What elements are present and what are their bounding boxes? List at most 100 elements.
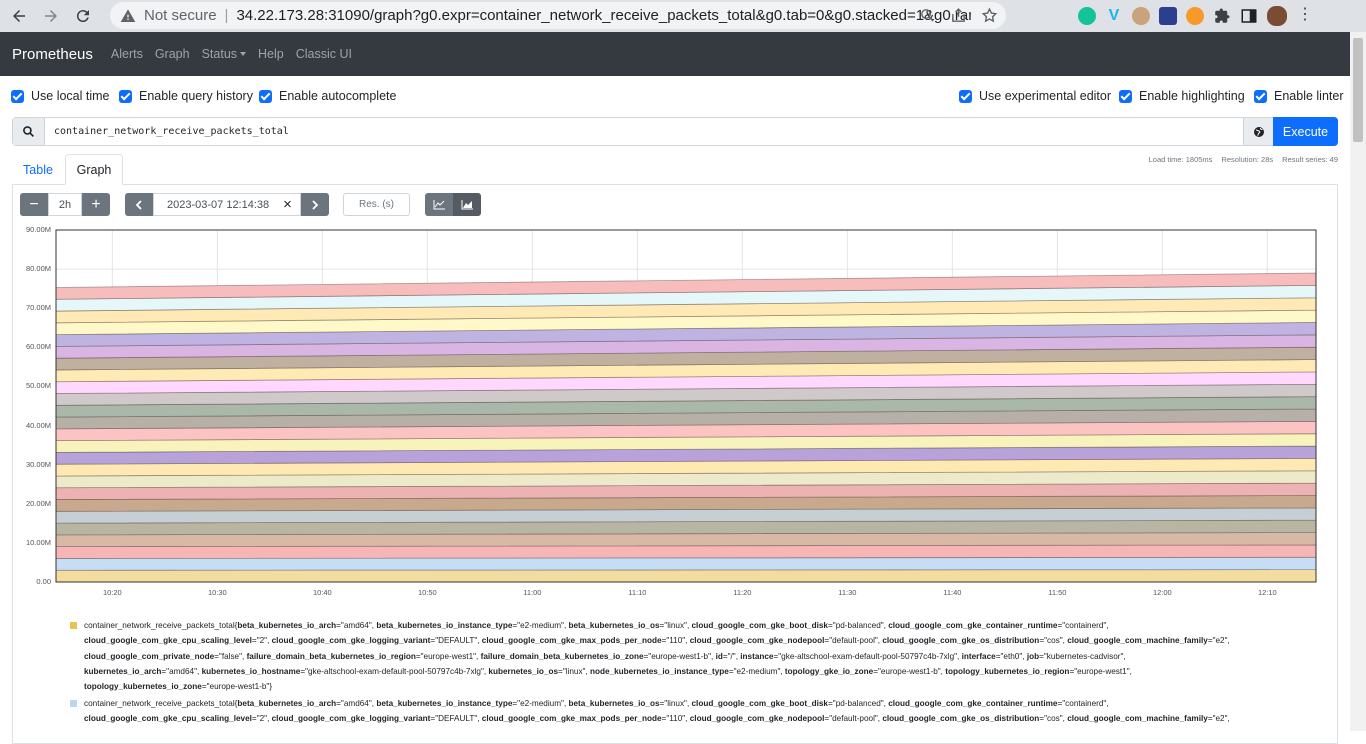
metrics-explorer-globe-icon[interactable] <box>1243 118 1273 145</box>
nav-status[interactable]: Status <box>201 47 247 61</box>
page-scrollbar[interactable] <box>1350 32 1366 731</box>
zoom-icon[interactable] <box>919 7 936 24</box>
resolution-stat: Resolution: 28s <box>1221 155 1274 164</box>
chevron-down-icon <box>240 52 247 56</box>
y-tick-label: 0.00 <box>36 577 51 586</box>
brand-logo[interactable]: Prometheus <box>12 46 93 63</box>
checkbox-checked-icon <box>1254 89 1267 103</box>
option-label: Use experimental editor <box>979 89 1112 103</box>
option-label: Enable query history <box>139 89 253 103</box>
tab-table[interactable]: Table <box>14 154 62 185</box>
y-tick-label: 10.00M <box>25 537 51 547</box>
series-area[interactable] <box>55 569 1317 583</box>
previous-time-button[interactable] <box>125 193 153 216</box>
y-tick-label: 80.00M <box>25 264 51 274</box>
share-icon[interactable] <box>950 7 967 24</box>
range-controls: − 2h + <box>20 193 110 216</box>
legend-swatch <box>70 622 77 629</box>
end-time-input[interactable]: 2023-03-07 12:14:38 <box>153 193 275 216</box>
nav-classic-ui[interactable]: Classic UI <box>296 47 352 61</box>
scrollbar-thumb[interactable] <box>1353 38 1363 142</box>
end-time-controls: 2023-03-07 12:14:38 × <box>125 193 329 216</box>
series-area[interactable] <box>55 556 1317 571</box>
warning-icon <box>120 8 136 22</box>
nav-graph[interactable]: Graph <box>155 47 190 61</box>
increase-range-button[interactable]: + <box>82 193 110 216</box>
vimeo-extension-icon[interactable]: V <box>1105 7 1123 25</box>
x-tick-label: 10:20 <box>102 588 122 597</box>
next-time-button[interactable] <box>301 193 329 216</box>
x-tick-label: 10:30 <box>207 588 227 597</box>
nav-help[interactable]: Help <box>258 47 284 61</box>
option-label: Use local time <box>31 89 110 103</box>
y-tick-label: 70.00M <box>25 303 51 313</box>
sidepanel-icon[interactable] <box>1240 7 1258 25</box>
unstacked-chart-button[interactable] <box>425 193 453 216</box>
use-experimental-editor-checkbox[interactable]: Use experimental editor <box>959 89 1111 103</box>
nav-status-label: Status <box>201 47 238 61</box>
prometheus-navbar: Prometheus Alerts Graph Status Help Clas… <box>0 32 1366 76</box>
legend-text-line: container_network_receive_packets_total{… <box>84 621 1109 630</box>
expression-input-group: container_network_receive_packets_total … <box>12 117 1338 146</box>
range-input[interactable]: 2h <box>48 193 82 216</box>
enable-query-history-checkbox[interactable]: Enable query history <box>119 89 253 103</box>
y-tick-label: 50.00M <box>25 381 51 391</box>
x-tick-label: 11:10 <box>628 588 647 597</box>
clear-end-time-button[interactable]: × <box>275 193 301 216</box>
option-label: Enable autocomplete <box>279 89 397 103</box>
legend-text-line: cloud_google_com_private_node="false", f… <box>84 651 1126 661</box>
x-tick-label: 11:40 <box>943 588 962 597</box>
x-tick-label: 11:20 <box>733 588 752 597</box>
url-text: 34.22.173.28:31090/graph?g0.expr=contain… <box>236 7 972 24</box>
honey-extension-icon[interactable] <box>1186 7 1204 25</box>
query-stats: Load time: 1805ms Resolution: 28s Result… <box>1149 155 1338 164</box>
reload-icon[interactable] <box>70 3 96 29</box>
x-tick-label: 12:00 <box>1152 588 1172 597</box>
decrease-range-button[interactable]: − <box>20 193 48 216</box>
legend-text-line: kubernetes_io_arch="amd64", kubernetes_i… <box>84 666 1132 676</box>
option-label: Enable linter <box>1274 89 1344 103</box>
face-extension-icon[interactable] <box>1132 7 1150 25</box>
x-tick-label: 10:50 <box>417 588 437 597</box>
chart-type-controls <box>425 193 481 216</box>
legend-text-line: container_network_receive_packets_total{… <box>84 699 1109 708</box>
enable-linter-checkbox[interactable]: Enable linter <box>1254 89 1344 103</box>
legend-text-line: topology_kubernetes_io_zone="europe-west… <box>84 682 273 692</box>
x-tick-label: 12:10 <box>1257 588 1277 597</box>
forward-icon[interactable] <box>38 3 64 29</box>
tab-graph[interactable]: Graph <box>65 154 123 185</box>
shield-extension-icon[interactable] <box>1159 7 1177 25</box>
enable-autocomplete-checkbox[interactable]: Enable autocomplete <box>259 89 396 103</box>
profile-avatar[interactable] <box>1267 6 1287 26</box>
grammarly-extension-icon[interactable] <box>1078 7 1096 25</box>
stacked-chart-button[interactable] <box>453 193 481 216</box>
enable-highlighting-checkbox[interactable]: Enable highlighting <box>1119 89 1245 103</box>
back-icon[interactable] <box>6 3 32 29</box>
execute-button[interactable]: Execute <box>1273 117 1338 146</box>
extensions-puzzle-icon[interactable] <box>1213 7 1231 25</box>
stacked-area-chart[interactable]: 0.00 10.00M 20.00M 30.00M 40.00M 50.00M 60.00M… <box>0 222 1340 602</box>
address-separator: | <box>224 7 229 24</box>
browser-menu-icon[interactable]: ⋮ <box>1296 7 1314 25</box>
series-area[interactable] <box>55 544 1317 559</box>
checkbox-checked-icon <box>11 89 24 103</box>
x-tick-label: 11:00 <box>523 588 542 597</box>
search-icon <box>13 118 45 145</box>
resolution-input[interactable]: Res. (s) <box>343 193 410 216</box>
expression-input[interactable]: container_network_receive_packets_total <box>54 126 289 137</box>
legend-item[interactable]: container_network_receive_packets_total{… <box>70 618 1310 694</box>
y-tick-label: 20.00M <box>25 498 51 508</box>
checkbox-checked-icon <box>259 89 272 103</box>
use-local-time-checkbox[interactable]: Use local time <box>11 89 110 103</box>
y-tick-label: 30.00M <box>25 459 51 469</box>
address-bar[interactable]: Not secure | 34.22.173.28:31090/graph?g0… <box>110 2 1006 29</box>
option-label: Enable highlighting <box>1139 89 1245 103</box>
result-series: Result series: 49 <box>1282 155 1338 164</box>
x-tick-label: 11:50 <box>1048 588 1067 597</box>
legend-item[interactable]: container_network_receive_packets_total{… <box>70 696 1310 727</box>
nav-alerts[interactable]: Alerts <box>111 47 143 61</box>
legend-text-line: cloud_google_com_gke_cpu_scaling_level="… <box>84 636 1230 646</box>
resolution-control: Res. (s) <box>343 193 410 216</box>
y-tick-label: 40.00M <box>25 420 51 430</box>
bookmark-star-icon[interactable] <box>981 7 998 24</box>
